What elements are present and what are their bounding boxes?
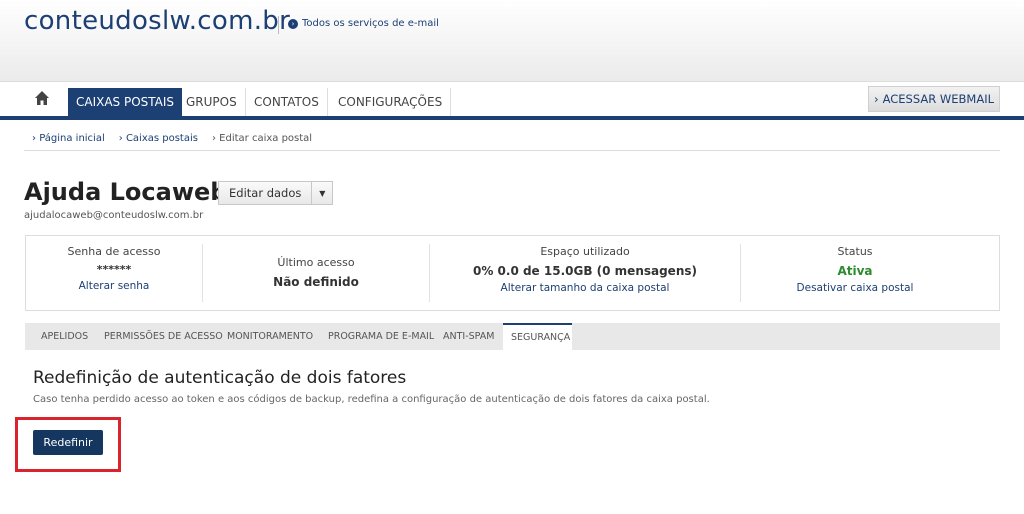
- page-header: conteudoslw.com.br › Todos os serviços d…: [0, 0, 1024, 82]
- reset-button[interactable]: Redefinir: [33, 430, 103, 455]
- nav-configuracoes[interactable]: CONFIGURAÇÕES: [330, 88, 452, 116]
- access-webmail-label: ACESSAR WEBMAIL: [882, 92, 994, 106]
- change-password-link[interactable]: Alterar senha: [26, 280, 202, 292]
- header-divider: [278, 16, 279, 34]
- space-info: Espaço utilizado 0% 0.0 de 15.0GB (0 men…: [430, 245, 740, 303]
- breadcrumb: › Página inicial › Caixas postais › Edit…: [32, 133, 312, 144]
- nav-caixas-postais[interactable]: CAIXAS POSTAIS: [68, 88, 183, 116]
- all-services-link[interactable]: › Todos os serviços de e-mail: [288, 18, 439, 29]
- section-title: Redefinição de autenticação de dois fato…: [33, 368, 407, 388]
- tab-seguranca[interactable]: SEGURANÇA: [503, 323, 572, 350]
- all-services-label: Todos os serviços de e-mail: [302, 18, 439, 29]
- access-webmail-button[interactable]: › ACESSAR WEBMAIL: [868, 86, 1000, 112]
- mailbox-name: Ajuda Locaweb: [24, 178, 228, 206]
- space-value: 0% 0.0 de 15.0GB (0 mensagens): [472, 264, 697, 278]
- breadcrumb-current: › Editar caixa postal: [211, 133, 313, 144]
- tab-monitoramento[interactable]: MONITORAMENTO: [219, 323, 321, 350]
- domain-title[interactable]: conteudoslw.com.br: [24, 6, 290, 36]
- password-info: Senha de acesso ****** Alterar senha: [26, 245, 202, 303]
- tab-apelidos[interactable]: APELIDOS: [33, 323, 96, 350]
- breadcrumb-divider: [24, 150, 1000, 151]
- password-label: Senha de acesso: [67, 245, 161, 258]
- last-access-value: Não definido: [273, 275, 359, 289]
- space-label: Espaço utilizado: [540, 245, 630, 258]
- last-access-info: Último acesso Não definido: [203, 256, 429, 314]
- last-access-label: Último acesso: [277, 256, 355, 269]
- breadcrumb-mailboxes[interactable]: › Caixas postais: [119, 133, 198, 144]
- status-info: Status Ativa Desativar caixa postal: [741, 245, 969, 303]
- deactivate-mailbox-link[interactable]: Desativar caixa postal: [741, 282, 969, 294]
- edit-data-button[interactable]: Editar dados ▼: [218, 181, 334, 205]
- password-value: ******: [96, 263, 132, 276]
- main-navbar: CAIXAS POSTAIS GRUPOS CONTATOS CONFIGURA…: [0, 82, 1024, 120]
- caret-down-icon[interactable]: ▼: [312, 182, 332, 204]
- breadcrumb-home[interactable]: › Página inicial: [32, 133, 105, 144]
- tab-permissoes[interactable]: PERMISSÕES DE ACESSO: [96, 323, 231, 350]
- chevron-circle-icon: ›: [288, 18, 298, 29]
- home-icon[interactable]: [34, 90, 50, 106]
- mailbox-tabs: APELIDOS PERMISSÕES DE ACESSO MONITORAME…: [25, 323, 1000, 350]
- nav-contatos[interactable]: CONTATOS: [246, 88, 328, 116]
- edit-data-label[interactable]: Editar dados: [219, 182, 313, 204]
- section-description: Caso tenha perdido acesso ao token e aos…: [33, 394, 710, 405]
- mailbox-email: ajudalocaweb@conteudoslw.com.br: [24, 210, 204, 221]
- tab-anti-spam[interactable]: ANTI-SPAM: [435, 323, 503, 350]
- status-badge: Ativa: [837, 264, 873, 278]
- nav-grupos[interactable]: GRUPOS: [178, 88, 246, 116]
- tab-programa-email[interactable]: PROGRAMA DE E-MAIL: [320, 323, 442, 350]
- chevron-right-icon: ›: [873, 92, 879, 106]
- status-label: Status: [837, 245, 873, 258]
- change-size-link[interactable]: Alterar tamanho da caixa postal: [430, 282, 740, 294]
- mailbox-info-panel: Senha de acesso ****** Alterar senha Últ…: [25, 235, 1000, 311]
